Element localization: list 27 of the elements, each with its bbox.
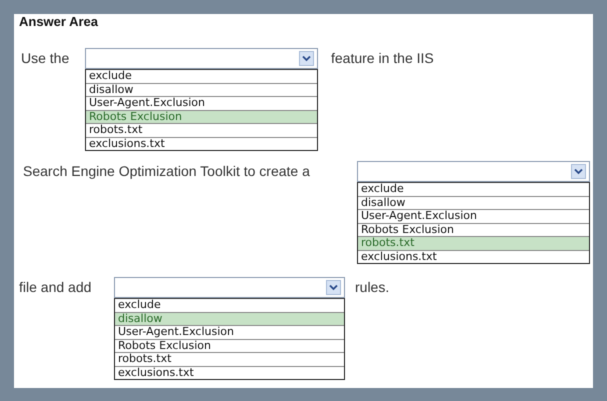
sentence-text: Search Engine Optimization Toolkit to create a — [23, 162, 311, 179]
dropdown-field[interactable] — [114, 277, 345, 298]
dropdown-option[interactable]: exclude — [86, 70, 317, 84]
dropdown-option[interactable]: User-Agent.Exclusion — [115, 326, 344, 340]
dropdown-option[interactable]: exclusions.txt — [86, 138, 317, 150]
dropdown-option[interactable]: disallow — [358, 196, 589, 210]
dropdown-option[interactable]: Robots Exclusion — [115, 340, 344, 353]
dropdown-option[interactable]: exclusions.txt — [358, 250, 589, 263]
dropdown-field[interactable] — [357, 161, 590, 182]
dropdown-option[interactable]: exclude — [358, 183, 589, 196]
chevron-down-icon[interactable] — [299, 51, 314, 66]
dropdown-option[interactable]: robots.txt — [115, 353, 344, 366]
sentence-text: rules. — [355, 278, 390, 295]
dropdown-option[interactable]: Robots Exclusion — [86, 110, 317, 124]
dropdown-option[interactable]: disallow — [115, 312, 344, 326]
chevron-down-icon[interactable] — [571, 164, 586, 179]
panel-title: Answer Area — [19, 14, 99, 31]
dropdown-option[interactable]: robots.txt — [358, 237, 589, 250]
sentence-text: feature in the IIS — [331, 49, 434, 66]
sentence-text: Use the — [21, 49, 70, 66]
dropdown-option[interactable]: exclusions.txt — [115, 366, 344, 379]
sentence-text: file and add — [19, 278, 92, 295]
dropdown-option[interactable]: User-Agent.Exclusion — [358, 210, 589, 224]
dropdown-field[interactable] — [85, 48, 318, 69]
dropdown-option[interactable]: disallow — [86, 84, 317, 97]
chevron-down-icon[interactable] — [326, 280, 341, 295]
dropdown-option[interactable]: robots.txt — [86, 124, 317, 138]
